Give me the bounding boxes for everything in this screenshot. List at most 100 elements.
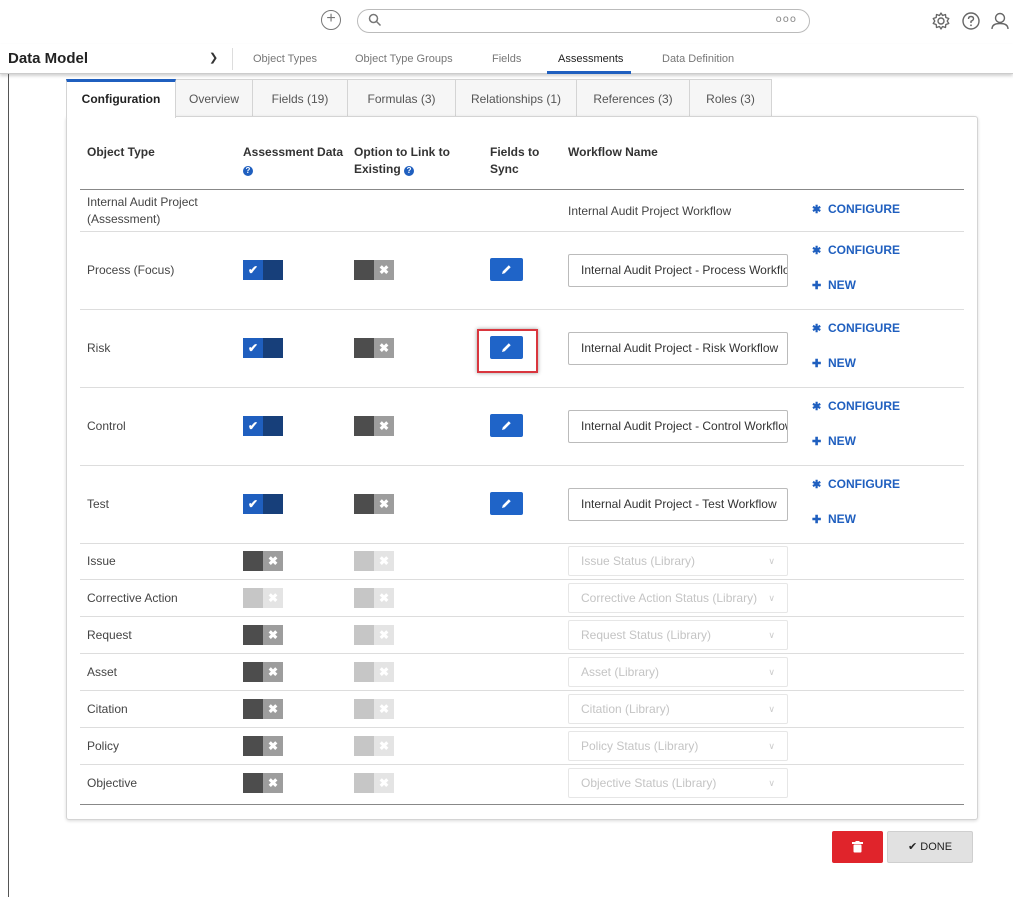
edit-fields-button[interactable] [490,414,523,437]
data-model-nav: Data Model ❯ Object Types Object Type Gr… [0,44,1013,74]
toggle-on-half [354,662,374,682]
x-icon: ✖ [378,591,390,605]
tab-formulas[interactable]: Formulas (3) [347,79,456,117]
workflow-name-input[interactable]: Internal Audit Project - Control Workflo… [568,410,788,443]
tab-configuration[interactable]: Configuration [66,79,176,118]
configure-label: CONFIGURE [828,321,900,335]
assessment-data-toggle[interactable]: ✖ [243,662,283,682]
new-link[interactable]: ✚ NEW [812,277,856,294]
nav-item-assessments[interactable]: Assessments [558,53,623,65]
done-button[interactable]: ✔ DONE [887,831,973,863]
gear-icon: ✱ [812,245,822,257]
configure-label: CONFIGURE [828,202,900,216]
tab-fields[interactable]: Fields (19) [252,79,348,117]
workflow-select-value: Corrective Action Status (Library) [581,591,758,605]
toggle-off-half [263,416,283,436]
link-existing-toggle: ✖ [354,625,394,645]
row-divider [80,690,964,691]
new-link[interactable]: ✚ NEW [812,433,856,450]
delete-button[interactable] [832,831,883,863]
link-existing-toggle[interactable]: ✖ [354,338,394,358]
chevron-down-icon[interactable]: ❯ [209,51,218,64]
assessment-data-toggle[interactable]: ✖ [243,736,283,756]
help-icon[interactable]: ? [404,166,415,176]
plus-icon: ✚ [812,358,822,370]
search-input[interactable]: ooo [357,9,810,33]
assessment-data-toggle[interactable]: ✖ [243,625,283,645]
link-existing-toggle[interactable]: ✖ [354,416,394,436]
header-option-link-line1: Option to Link to [354,145,450,159]
x-icon: ✖ [378,263,390,277]
workflow-name-input[interactable]: Internal Audit Project - Risk Workflow [568,332,788,365]
new-link[interactable]: ✚ NEW [812,355,856,372]
help-icon[interactable]: ? [243,166,253,176]
configure-link[interactable]: ✱ CONFIGURE [812,242,900,259]
x-icon: ✖ [378,497,390,511]
more-options-icon[interactable]: ooo [776,14,797,25]
workflow-select-value: Request Status (Library) [581,628,712,642]
workflow-select-value: Objective Status (Library) [581,776,717,790]
workflow-name-input[interactable]: Internal Audit Project - Process Workflo… [568,254,788,287]
edit-fields-button[interactable] [490,258,523,281]
assessment-data-toggle[interactable]: ✔ [243,260,283,280]
check-icon: ✔ [247,341,259,355]
workflow-select: Request Status (Library) ∨ [568,620,788,650]
row-object-type: Request [87,628,132,642]
gear-icon[interactable] [931,11,951,31]
link-existing-toggle[interactable]: ✖ [354,494,394,514]
edit-fields-button[interactable] [490,492,523,515]
configure-link[interactable]: ✱ CONFIGURE [812,398,900,415]
plus-circle-icon[interactable]: + [321,10,341,30]
nav-item-object-types[interactable]: Object Types [253,53,317,65]
workflow-select: Issue Status (Library) ∨ [568,546,788,576]
pencil-icon [502,421,511,430]
tab-roles[interactable]: Roles (3) [689,79,772,117]
assessment-data-toggle[interactable]: ✖ [243,773,283,793]
x-icon: ✖ [267,554,279,568]
configure-link[interactable]: ✱ CONFIGURE [812,476,900,493]
highlight-box [477,329,538,373]
assessment-data-toggle[interactable]: ✖ [243,551,283,571]
new-link[interactable]: ✚ NEW [812,511,856,528]
assessment-data-toggle[interactable]: ✖ [243,699,283,719]
assessment-data-toggle[interactable]: ✔ [243,338,283,358]
tab-relationships[interactable]: Relationships (1) [455,79,577,117]
link-existing-toggle[interactable]: ✖ [354,260,394,280]
plus-icon: ✚ [812,436,822,448]
assessment-object-type: Internal Audit Project (Assessment) [87,194,198,228]
tab-overview[interactable]: Overview [175,79,253,117]
assessment-configure-link[interactable]: ✱ CONFIGURE [812,201,900,218]
assessment-data-toggle[interactable]: ✔ [243,416,283,436]
toggle-off-half [263,260,283,280]
tab-references[interactable]: References (3) [576,79,690,117]
gear-icon: ✱ [812,401,822,413]
nav-item-object-type-groups[interactable]: Object Type Groups [355,53,453,65]
x-icon: ✖ [267,665,279,679]
user-icon[interactable] [990,11,1010,31]
assessment-data-toggle[interactable]: ✔ [243,494,283,514]
toggle-off-half [263,338,283,358]
header-option-link-existing: Option to Link to Existing ? [354,144,450,178]
row-divider [80,579,964,580]
configure-link[interactable]: ✱ CONFIGURE [812,320,900,337]
row-divider [80,309,964,310]
x-icon: ✖ [378,702,390,716]
workflow-name-input[interactable]: Internal Audit Project - Test Workflow [568,488,788,521]
nav-item-fields[interactable]: Fields [492,53,521,65]
toggle-on-half [243,588,263,608]
link-existing-toggle: ✖ [354,588,394,608]
link-existing-toggle: ✖ [354,773,394,793]
toggle-on-half [243,662,263,682]
chevron-down-icon: ∨ [768,667,775,677]
row-object-type: Process (Focus) [87,263,175,277]
row-object-type: Risk [87,341,111,355]
toggle-on-half [243,699,263,719]
help-icon[interactable] [961,11,981,31]
check-icon: ✔ [247,263,259,277]
nav-title: Data Model [8,50,89,67]
chevron-down-icon: ∨ [768,630,775,640]
x-icon: ✖ [378,665,390,679]
nav-item-data-definition[interactable]: Data Definition [662,53,734,65]
x-icon: ✖ [267,628,279,642]
assessment-data-toggle[interactable]: ✖ [243,588,283,608]
